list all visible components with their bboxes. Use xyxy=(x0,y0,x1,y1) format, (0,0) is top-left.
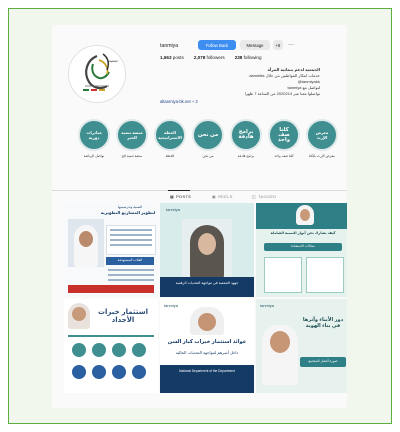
tab-posts[interactable]: ▦ POSTS xyxy=(170,194,191,199)
highlight-item[interactable]: معرض الإرث معرض الإرث بالكتا xyxy=(304,119,340,158)
stat-circle xyxy=(112,365,126,379)
post-brand: tanmiya xyxy=(164,303,179,308)
highlight-caption: من نحن xyxy=(202,154,214,158)
tanmiya-logo-icon: جمعية xyxy=(83,53,118,91)
post-top-text: التنمية وتدرسينيها xyxy=(117,205,143,209)
info-box xyxy=(306,257,344,293)
highlight-caption: الخطة xyxy=(165,154,175,158)
grid-icon: ▦ xyxy=(170,194,175,199)
follow-back-button[interactable]: Follow Back xyxy=(198,40,236,50)
highlight-cover: الخطة الاستراتيجية xyxy=(154,119,186,151)
post-title: استثمار خبرات الأجداد xyxy=(98,309,148,324)
active-tab-indicator xyxy=(168,190,190,191)
stat-circle xyxy=(92,343,106,357)
reels-icon: ▣ xyxy=(212,194,217,199)
stat-circle xyxy=(132,365,146,379)
followers-count[interactable]: 2,078 followers xyxy=(194,55,225,60)
highlight-caption: تواصل الرياضة xyxy=(83,154,105,158)
profile-bio: الجمعية لدعم بنمائية المرأة خدمات ابتكار… xyxy=(160,67,320,97)
highlight-caption: معرض الإرث بالكتا xyxy=(309,154,335,158)
text-box xyxy=(106,225,156,255)
face-shape xyxy=(300,209,310,221)
face-shape xyxy=(270,331,290,353)
post-title: كيف نشارك نحن أنوار التنمية الشاملة xyxy=(270,231,336,235)
stat-circle xyxy=(112,343,126,357)
highlight-caption: منصة تنمية الخ xyxy=(121,154,143,158)
story-highlights: معرض الإرث معرض الإرث بالكتا كلنا صف واح… xyxy=(52,119,347,179)
stat-circle xyxy=(72,365,86,379)
post-subtitle: داخل أسرهم لمواجهة التحديات الحالية xyxy=(175,350,239,355)
post-subtitle: مجالات الاستفادة xyxy=(291,244,315,248)
post-title: عوائد استثمار خبرات كبار السن xyxy=(167,339,247,345)
highlight-item[interactable]: منصة تنمية الخير منصة تنمية الخ xyxy=(114,119,150,158)
post-caption: جهود الجمعية في مواجهة التحديات الرقمية xyxy=(175,281,239,285)
stat-circle xyxy=(72,343,86,357)
highlight-item[interactable]: مبادرات دورية تواصل الرياضة xyxy=(76,119,112,158)
profile-username: tanmiya xyxy=(160,43,179,49)
tab-tagged[interactable]: ◫ TAGGED xyxy=(252,194,277,199)
tag-icon: ◫ xyxy=(252,194,257,199)
post-subtitle: صورة أفضل للمجتمع xyxy=(308,359,338,363)
post-footer-text: National Department of the Department xyxy=(179,369,235,373)
post-brand: tanmiya xyxy=(260,303,275,308)
face-shape xyxy=(198,233,216,255)
suggest-accounts-button[interactable]: +8 xyxy=(273,40,283,50)
post-tile[interactable]: tanmiya عوائد استثمار خبرات كبار السن دا… xyxy=(160,299,254,393)
face-shape xyxy=(72,307,86,321)
profile-stats: 1,663 posts 2,078 followers 238 followin… xyxy=(160,55,262,60)
post-bar-text: الفئات المستهدفة xyxy=(117,258,143,262)
post-tile[interactable]: التنمية وتدرسينيها لتطوير المشاريع التطو… xyxy=(64,203,158,297)
highlight-item[interactable]: من نحن من نحن xyxy=(190,119,226,158)
post-heading: لتطوير المشاريع التطويرية xyxy=(100,210,156,215)
posts-count: 1,663 posts xyxy=(160,55,184,60)
highlight-cover: كلنا صف واحد xyxy=(268,119,300,151)
tab-reels[interactable]: ▣ REELS xyxy=(212,194,233,199)
stat-circle xyxy=(92,365,106,379)
highlight-cover: من نحن xyxy=(192,119,224,151)
highlight-cover: مبادرات دورية xyxy=(78,119,110,151)
info-box xyxy=(264,257,302,293)
post-tile[interactable]: tanmiya جهود الجمعية في مواجهة التحديات … xyxy=(160,203,254,297)
instagram-profile: جمعية tanmiya Follow Back Message +8 ···… xyxy=(52,25,347,408)
post-footer-bar xyxy=(68,285,154,293)
highlight-cover: برامج هادفة xyxy=(230,119,262,151)
highlight-caption: برامج هادفة xyxy=(237,154,255,158)
post-title: دور الأبناء وأثرها في بناء الهوية xyxy=(302,317,344,329)
face-shape xyxy=(198,313,216,331)
highlight-item[interactable]: كلنا صف واحد كلنا صف واحد xyxy=(266,119,302,158)
highlight-caption: كلنا صف واحد xyxy=(274,154,294,158)
post-tile[interactable]: tanmiya دور الأبناء وأثرها في بناء الهوي… xyxy=(256,299,347,393)
highlight-cover: منصة تنمية الخير xyxy=(116,119,148,151)
post-tile[interactable]: استثمار خبرات الأجداد xyxy=(64,299,158,393)
highlight-item[interactable]: برامج هادفة برامج هادفة xyxy=(228,119,264,158)
svg-text:جمعية: جمعية xyxy=(109,59,118,63)
following-count[interactable]: 238 following xyxy=(235,55,262,60)
message-button[interactable]: Message xyxy=(240,40,270,50)
post-tile[interactable]: كيف نشارك نحن أنوار التنمية الشاملة مجال… xyxy=(256,203,347,297)
more-options-icon[interactable]: ··· xyxy=(286,40,296,50)
profile-avatar[interactable]: جمعية xyxy=(68,45,126,103)
post-brand: tanmiya xyxy=(166,207,181,212)
highlight-item[interactable]: الخطة الاستراتيجية الخطة xyxy=(152,119,188,158)
highlight-cover: معرض الإرث xyxy=(306,119,338,151)
face-shape xyxy=(79,231,93,247)
bio-line: تواصلوا معنا عبر 2020214 من الساعة 7 ظهر… xyxy=(244,91,320,96)
tabs-divider xyxy=(52,190,347,191)
caption-bar xyxy=(160,277,254,297)
stat-circle xyxy=(132,343,146,357)
profile-link[interactable]: altanmiya-bk.net + 2 xyxy=(160,99,198,104)
